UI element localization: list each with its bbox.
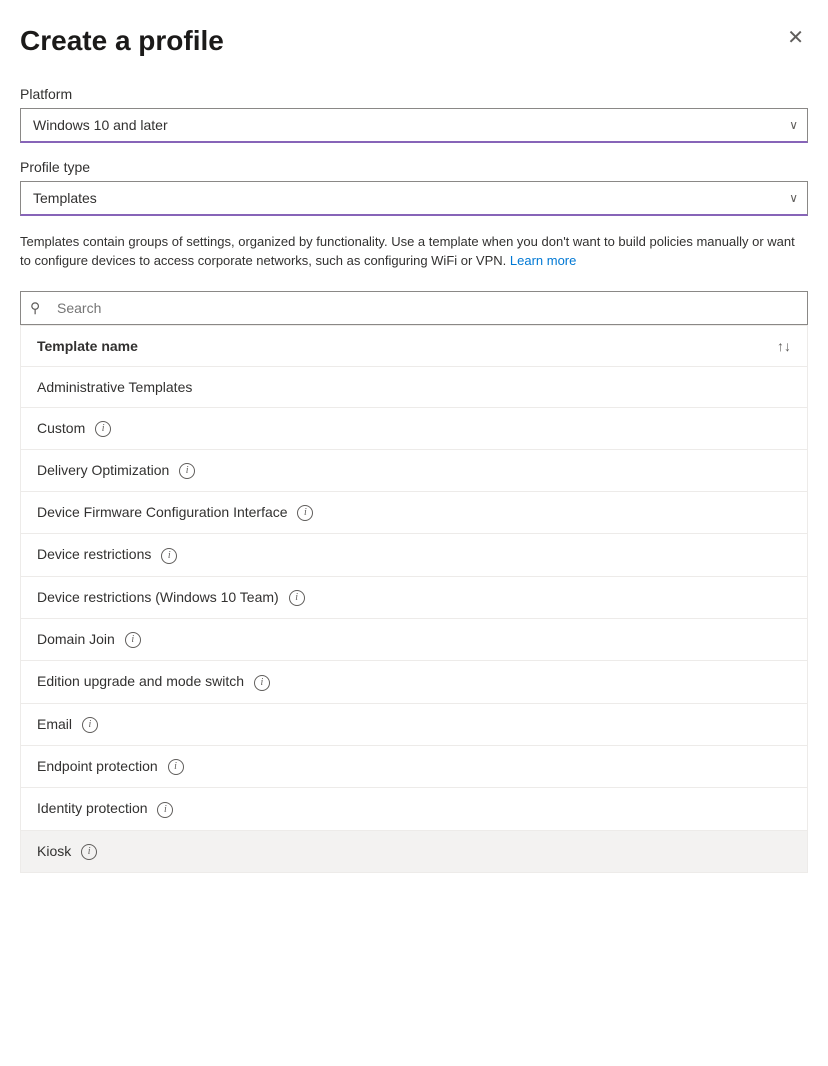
table-row[interactable]: Email i (21, 704, 807, 746)
panel-title: Create a profile (20, 24, 224, 58)
create-profile-panel: Create a profile ✕ Platform Windows 10 a… (0, 0, 828, 1066)
row-label: Custom i (37, 420, 791, 437)
profile-type-select-wrapper: TemplatesSettings catalog ∨ (20, 181, 808, 216)
row-label: Device Firmware Configuration Interface … (37, 504, 791, 521)
profile-type-section: Profile type TemplatesSettings catalog ∨ (20, 159, 808, 216)
profile-type-label: Profile type (20, 159, 808, 175)
info-icon[interactable]: i (81, 844, 97, 860)
row-label: Delivery Optimization i (37, 462, 791, 479)
info-icon[interactable]: i (254, 675, 270, 691)
info-icon[interactable]: i (157, 802, 173, 818)
template-name-column-header: Template name (37, 338, 777, 354)
table-row[interactable]: Endpoint protection i (21, 746, 807, 788)
row-label: Administrative Templates (37, 379, 791, 395)
templates-table: Template name ↑↓ Administrative Template… (20, 325, 808, 873)
sort-icon[interactable]: ↑↓ (777, 338, 791, 354)
platform-select[interactable]: Windows 10 and laterWindows 8.1 and late… (20, 108, 808, 143)
info-icon[interactable]: i (168, 759, 184, 775)
row-label: Endpoint protection i (37, 758, 791, 775)
panel-header: Create a profile ✕ (20, 24, 808, 58)
row-label: Identity protection i (37, 800, 791, 817)
search-wrapper: ⚲ (20, 291, 808, 325)
profile-type-select[interactable]: TemplatesSettings catalog (20, 181, 808, 216)
row-label: Domain Join i (37, 631, 791, 648)
info-icon[interactable]: i (125, 632, 141, 648)
info-icon[interactable]: i (297, 505, 313, 521)
row-label: Edition upgrade and mode switch i (37, 673, 791, 690)
search-icon: ⚲ (30, 299, 40, 316)
table-row[interactable]: Device Firmware Configuration Interface … (21, 492, 807, 534)
row-label: Kiosk i (37, 843, 791, 860)
info-icon[interactable]: i (161, 548, 177, 564)
table-row[interactable]: Administrative Templates (21, 367, 807, 408)
table-row[interactable]: Edition upgrade and mode switch i (21, 661, 807, 703)
table-row[interactable]: Delivery Optimization i (21, 450, 807, 492)
table-row[interactable]: Identity protection i (21, 788, 807, 830)
table-row[interactable]: Custom i (21, 408, 807, 450)
search-input[interactable] (20, 291, 808, 325)
platform-select-wrapper: Windows 10 and laterWindows 8.1 and late… (20, 108, 808, 143)
platform-section: Platform Windows 10 and laterWindows 8.1… (20, 86, 808, 143)
row-label: Email i (37, 716, 791, 733)
table-row[interactable]: Device restrictions i (21, 534, 807, 576)
table-header-row: Template name ↑↓ (21, 326, 807, 367)
description-text: Templates contain groups of settings, or… (20, 232, 808, 271)
info-icon[interactable]: i (95, 421, 111, 437)
platform-label: Platform (20, 86, 808, 102)
close-icon: ✕ (787, 28, 804, 48)
info-icon[interactable]: i (179, 463, 195, 479)
info-icon[interactable]: i (289, 590, 305, 606)
info-icon[interactable]: i (82, 717, 98, 733)
row-label: Device restrictions i (37, 546, 791, 563)
learn-more-link[interactable]: Learn more (510, 253, 576, 268)
table-row[interactable]: Kiosk i (21, 831, 807, 872)
table-row[interactable]: Device restrictions (Windows 10 Team) i (21, 577, 807, 619)
table-row[interactable]: Domain Join i (21, 619, 807, 661)
row-label: Device restrictions (Windows 10 Team) i (37, 589, 791, 606)
description-body: Templates contain groups of settings, or… (20, 234, 795, 269)
close-button[interactable]: ✕ (783, 24, 808, 52)
